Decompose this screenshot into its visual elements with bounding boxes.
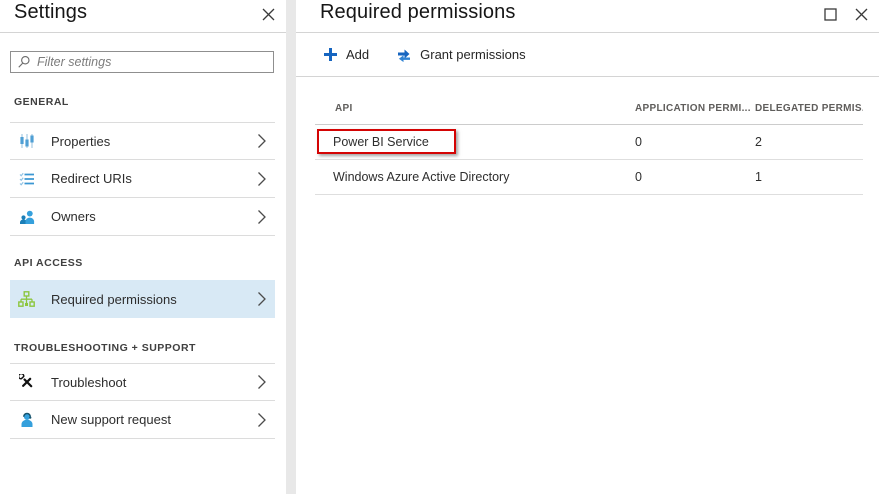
- section-general-label: GENERAL: [14, 96, 69, 108]
- api-access-item-group: Required permissions: [10, 280, 275, 318]
- chevron-right-icon: [257, 209, 267, 225]
- sitemap-icon: [18, 290, 35, 308]
- api-cell: Power BI Service: [333, 135, 429, 149]
- blade-divider: [286, 0, 296, 494]
- settings-blade-header: Settings: [0, 0, 286, 33]
- chevron-right-icon: [257, 374, 267, 390]
- delegated-permissions-cell: 2: [755, 135, 762, 149]
- chevron-right-icon: [257, 133, 267, 149]
- sidebar-item-label: Troubleshoot: [51, 374, 127, 390]
- filter-settings-input[interactable]: [37, 55, 267, 69]
- filter-settings-box: [10, 51, 274, 73]
- settings-title: Settings: [14, 1, 88, 23]
- delegated-permissions-cell: 1: [755, 170, 762, 184]
- section-api-access-label: API ACCESS: [14, 257, 83, 269]
- column-header-delegated-permissions: DELEGATED PERMIS...: [755, 103, 863, 114]
- support-person-icon: [18, 411, 35, 428]
- general-item-group: Properties Redirect URIs Owners: [10, 122, 275, 236]
- close-icon[interactable]: [853, 6, 869, 22]
- toolbar: Add Grant permissions: [296, 33, 879, 77]
- plus-icon: [323, 47, 338, 62]
- list-icon: [18, 170, 35, 187]
- add-button-label: Add: [346, 47, 370, 62]
- table-row-power-bi-service[interactable]: Power BI Service 0 2: [315, 125, 863, 160]
- sidebar-item-redirect-uris[interactable]: Redirect URIs: [10, 160, 275, 198]
- section-troubleshooting-label: TROUBLESHOOTING + SUPPORT: [14, 342, 196, 354]
- sidebar-item-new-support-request[interactable]: New support request: [10, 401, 275, 439]
- required-permissions-blade-header: Required permissions: [296, 0, 879, 33]
- people-icon: [18, 208, 35, 225]
- sidebar-item-label: Redirect URIs: [51, 171, 132, 186]
- tools-icon: [18, 374, 35, 391]
- table-row-windows-azure-active-directory[interactable]: Windows Azure Active Directory 0 1: [315, 160, 863, 195]
- sidebar-item-label: Properties: [51, 133, 111, 149]
- chevron-right-icon: [257, 171, 267, 187]
- permissions-table: API APPLICATION PERMI... DELEGATED PERMI…: [315, 77, 863, 195]
- application-permissions-cell: 0: [635, 170, 642, 184]
- sliders-icon: [18, 133, 35, 150]
- grant-permissions-button[interactable]: Grant permissions: [396, 47, 526, 62]
- grant-permissions-icon: [396, 48, 412, 62]
- application-permissions-cell: 0: [635, 135, 642, 149]
- maximize-icon[interactable]: [822, 6, 838, 22]
- search-icon: [17, 55, 31, 69]
- chevron-right-icon: [257, 412, 267, 428]
- azure-portal-stage: Settings GENERAL: [0, 0, 879, 494]
- sidebar-item-label: Required permissions: [51, 291, 177, 307]
- sidebar-item-label: Owners: [51, 209, 96, 224]
- sidebar-item-troubleshoot[interactable]: Troubleshoot: [10, 363, 275, 401]
- sidebar-item-properties[interactable]: Properties: [10, 122, 275, 160]
- sidebar-item-label: New support request: [51, 412, 171, 427]
- close-icon[interactable]: [260, 6, 276, 22]
- required-permissions-blade: Required permissions Add Grant permissio…: [296, 0, 879, 494]
- chevron-right-icon: [257, 291, 267, 307]
- grant-permissions-button-label: Grant permissions: [420, 47, 526, 62]
- troubleshooting-item-group: Troubleshoot New support request: [10, 363, 275, 439]
- sidebar-item-required-permissions[interactable]: Required permissions: [10, 280, 275, 318]
- api-cell: Windows Azure Active Directory: [333, 170, 510, 184]
- required-permissions-title: Required permissions: [320, 1, 516, 23]
- sidebar-item-owners[interactable]: Owners: [10, 198, 275, 236]
- settings-blade: Settings GENERAL: [0, 0, 286, 494]
- table-header-row: API APPLICATION PERMI... DELEGATED PERMI…: [315, 77, 863, 125]
- column-header-application-permissions: APPLICATION PERMI...: [635, 103, 751, 114]
- column-header-api: API: [335, 103, 353, 114]
- add-button[interactable]: Add: [323, 47, 369, 62]
